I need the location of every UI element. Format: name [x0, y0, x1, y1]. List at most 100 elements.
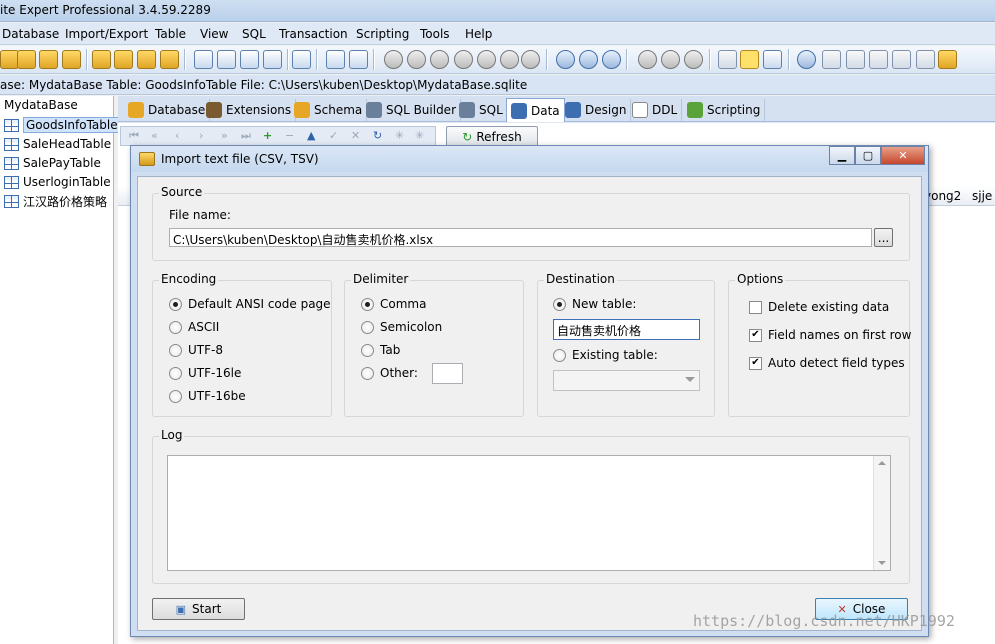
new-table-icon[interactable] — [194, 50, 213, 69]
menu-tools[interactable]: Tools — [420, 27, 450, 41]
close-window-button[interactable]: ✕ — [881, 146, 925, 165]
script-stop-icon[interactable] — [454, 50, 473, 69]
encoding-utf8-radio[interactable]: UTF-8 — [169, 343, 223, 357]
tree-item-saleheadtable[interactable]: SaleHeadTable — [4, 135, 111, 153]
web-icon[interactable] — [846, 50, 865, 69]
tool-a-icon[interactable] — [638, 50, 657, 69]
calendar-icon[interactable] — [349, 50, 368, 69]
first-record-icon[interactable]: ⏮ — [129, 129, 139, 143]
tree-root[interactable]: MydataBase — [4, 98, 78, 116]
script-pause-icon[interactable] — [430, 50, 449, 69]
tab-design[interactable]: Design — [561, 99, 632, 121]
vacuum-database-icon[interactable] — [137, 50, 156, 69]
script-step-icon[interactable] — [407, 50, 426, 69]
open-database-icon[interactable] — [39, 50, 58, 69]
apply-icon[interactable]: ✳ — [395, 129, 404, 142]
menu-table[interactable]: Table — [155, 27, 186, 41]
table-properties-icon[interactable] — [263, 50, 282, 69]
menu-view[interactable]: View — [200, 27, 228, 41]
edit-icon[interactable] — [869, 50, 888, 69]
delimiter-tab-radio[interactable]: Tab — [361, 343, 400, 357]
edit-record-icon[interactable]: ▲ — [307, 129, 315, 142]
encoding-ansi-radio[interactable]: Default ANSI code page — [169, 297, 331, 311]
script-run-icon[interactable] — [384, 50, 403, 69]
tab-sql[interactable]: SQL — [455, 99, 508, 121]
add-record-icon[interactable]: + — [263, 129, 272, 142]
export-icon[interactable] — [326, 50, 345, 69]
menu-help[interactable]: Help — [465, 27, 492, 41]
menu-database[interactable]: Database — [2, 27, 59, 41]
tab-schema[interactable]: Schema — [290, 99, 368, 121]
next-page-icon[interactable]: » — [221, 129, 228, 142]
mail-icon[interactable] — [892, 50, 911, 69]
log-scrollbar[interactable] — [873, 456, 890, 570]
tree-item-userlogintable[interactable]: UserloginTable — [4, 173, 111, 191]
tab-sql-builder[interactable]: SQL Builder — [362, 99, 462, 121]
menu-transaction[interactable]: Transaction — [279, 27, 348, 41]
next-record-icon[interactable]: › — [199, 129, 203, 142]
filter-icon[interactable] — [740, 50, 759, 69]
encoding-ascii-radio[interactable]: ASCII — [169, 320, 219, 334]
delimiter-other-input[interactable] — [432, 363, 463, 384]
close-database-icon[interactable] — [62, 50, 81, 69]
script-edit-icon[interactable] — [477, 50, 496, 69]
existing-table-radio[interactable]: Existing table: — [553, 348, 658, 362]
database-properties-icon[interactable] — [160, 50, 179, 69]
menu-scripting[interactable]: Scripting — [356, 27, 409, 41]
file-name-input[interactable]: C:\Users\kuben\Desktop\自动售卖机价格.xlsx — [169, 228, 872, 247]
grid-view-icon[interactable] — [763, 50, 782, 69]
tab-scripting[interactable]: Scripting — [683, 99, 766, 121]
delimiter-comma-radio[interactable]: Comma — [361, 297, 426, 311]
import-icon[interactable] — [292, 50, 311, 69]
post-record-icon[interactable]: ✓ — [329, 129, 338, 142]
start-button[interactable]: ▣ Start — [152, 598, 245, 620]
tree-item-goodsinfotable[interactable]: GoodsInfoTable — [4, 116, 121, 134]
play-icon[interactable] — [556, 50, 575, 69]
column-header[interactable]: yong2 — [924, 189, 961, 203]
delete-existing-checkbox[interactable]: Delete existing data — [749, 300, 889, 314]
settings-icon[interactable] — [718, 50, 737, 69]
menu-sql[interactable]: SQL — [242, 27, 266, 41]
prior-page-icon[interactable]: « — [151, 129, 158, 142]
log-textarea[interactable] — [167, 455, 891, 571]
tree-item-price-strategy[interactable]: 江汉路价格策略 — [4, 192, 107, 210]
prior-record-icon[interactable]: ‹ — [175, 129, 179, 142]
delete-database-icon[interactable] — [17, 50, 36, 69]
tab-extensions[interactable]: Extensions — [202, 99, 297, 121]
script-save-icon[interactable] — [500, 50, 519, 69]
cancel-record-icon[interactable]: ✕ — [351, 129, 360, 142]
delimiter-semicolon-radio[interactable]: Semicolon — [361, 320, 442, 334]
new-table-input[interactable]: 自动售卖机价格 — [553, 319, 700, 340]
field-names-first-row-checkbox[interactable]: ✔ Field names on first row — [749, 328, 911, 342]
cancel-icon[interactable] — [521, 50, 540, 69]
cancel-updates-icon[interactable]: ✳ — [415, 129, 424, 142]
plugin-icon[interactable] — [938, 50, 957, 69]
help-icon[interactable] — [797, 50, 816, 69]
rollback-icon[interactable] — [602, 50, 621, 69]
tree-item-salepaytable[interactable]: SalePayTable — [4, 154, 101, 172]
minimize-button[interactable]: ▁ — [829, 146, 855, 165]
auto-detect-types-checkbox[interactable]: ✔ Auto detect field types — [749, 356, 905, 370]
tab-ddl[interactable]: DDL — [628, 99, 683, 121]
rename-table-icon[interactable] — [217, 50, 236, 69]
encoding-utf16le-radio[interactable]: UTF-16le — [169, 366, 241, 380]
column-header[interactable]: sjje — [972, 189, 992, 203]
encoding-utf16be-radio[interactable]: UTF-16be — [169, 389, 246, 403]
scroll-down-icon[interactable] — [878, 561, 886, 565]
home-icon[interactable] — [822, 50, 841, 69]
refresh-table-icon[interactable] — [240, 50, 259, 69]
scroll-up-icon[interactable] — [878, 461, 886, 465]
tab-data[interactable]: Data — [506, 98, 565, 122]
tab-database[interactable]: Database — [124, 99, 211, 121]
last-record-icon[interactable]: ⏭ — [241, 129, 251, 143]
info-icon[interactable] — [916, 50, 935, 69]
existing-table-select[interactable] — [553, 370, 700, 391]
commit-icon[interactable] — [579, 50, 598, 69]
menu-import-export[interactable]: Import/Export — [65, 27, 148, 41]
delimiter-other-radio[interactable]: Other: — [361, 366, 418, 380]
tool-b-icon[interactable] — [661, 50, 680, 69]
delete-record-icon[interactable]: − — [285, 129, 294, 142]
new-table-radio[interactable]: New table: — [553, 297, 636, 311]
attach-database-icon[interactable] — [92, 50, 111, 69]
maximize-button[interactable]: ▢ — [855, 146, 881, 165]
